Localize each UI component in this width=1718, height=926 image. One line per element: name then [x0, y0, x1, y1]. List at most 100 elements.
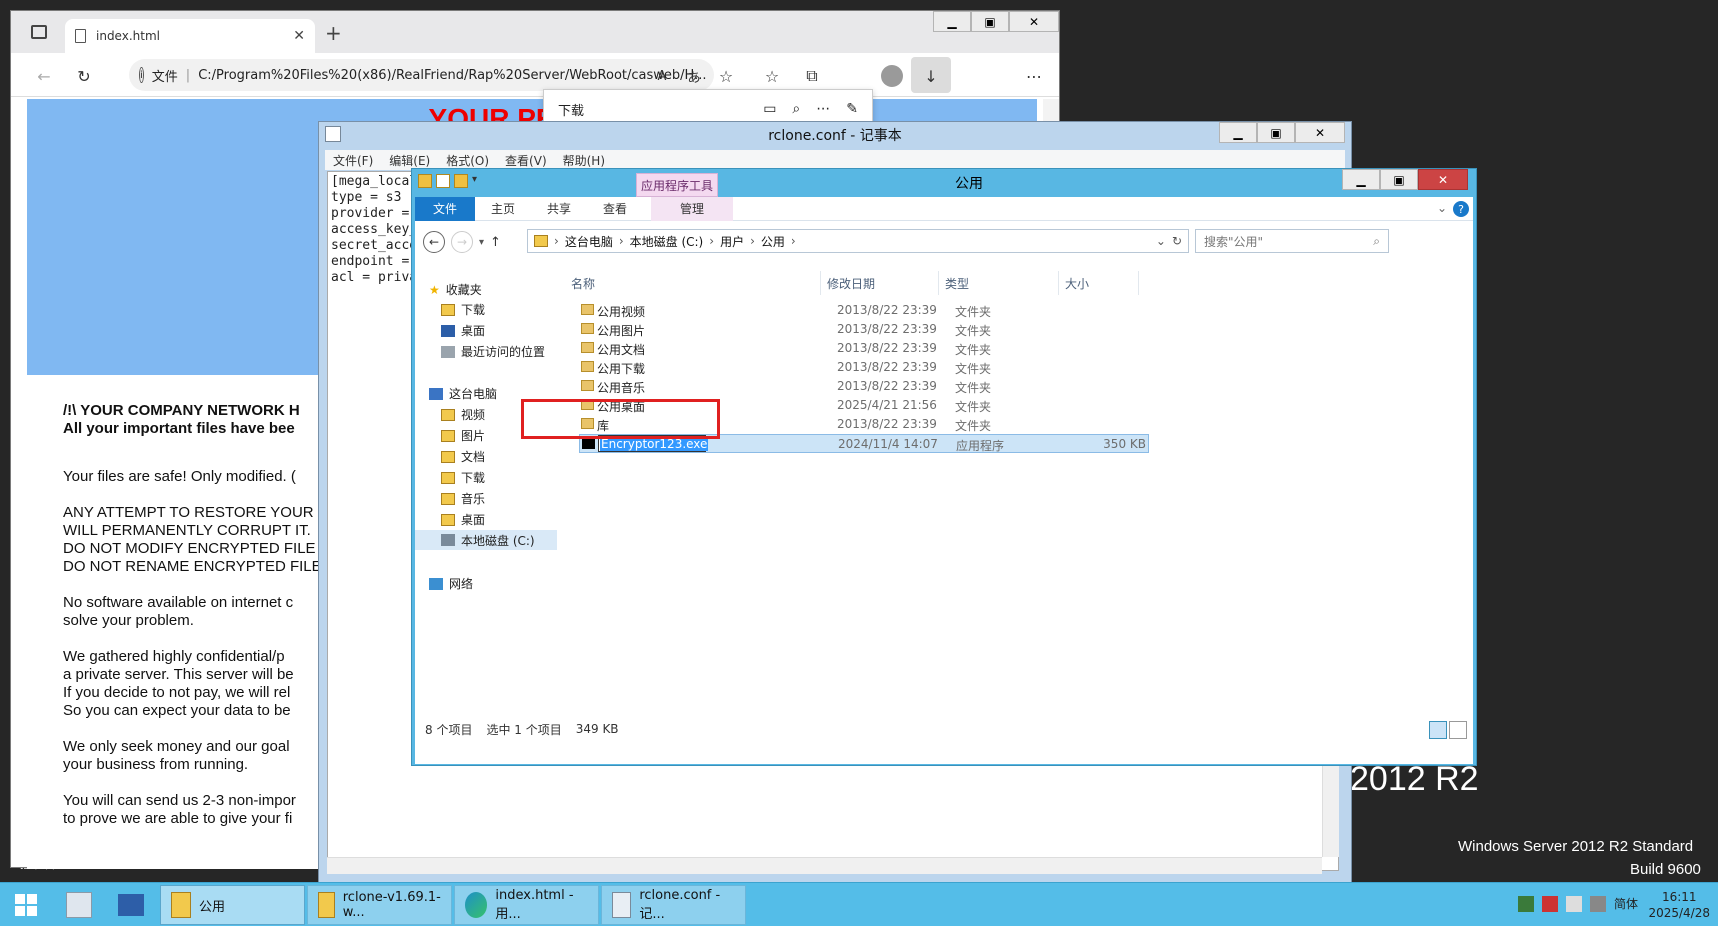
- taskbar-item-notepad[interactable]: rclone.conf - 记...: [601, 885, 746, 925]
- nav-fav-downloads[interactable]: 下载: [441, 301, 485, 318]
- server-manager-button[interactable]: [56, 885, 102, 925]
- breadcrumb-c-drive[interactable]: 本地磁盘 (C:): [630, 233, 704, 250]
- new-tab-icon[interactable]: +: [325, 21, 342, 45]
- nav-this-pc[interactable]: 这台电脑: [429, 385, 497, 402]
- column-name[interactable]: 名称: [565, 271, 821, 295]
- monitor-tray-icon[interactable]: [1565, 895, 1582, 912]
- tab-close-icon[interactable]: ✕: [293, 28, 305, 44]
- info-icon[interactable]: i: [139, 67, 144, 83]
- minimize-button[interactable]: ▁: [933, 11, 971, 32]
- download-icon[interactable]: ↓: [920, 65, 942, 87]
- nav-desktop[interactable]: 桌面: [441, 511, 485, 528]
- properties-icon[interactable]: [436, 174, 450, 188]
- address-bar[interactable]: › 这台电脑 › 本地磁盘 (C:) › 用户 › 公用 › ⌄ ↻: [527, 229, 1189, 253]
- menu-format[interactable]: 格式(O): [446, 152, 489, 169]
- file-row[interactable]: 公用音乐 2013/8/22 23:39 文件夹: [579, 377, 1149, 396]
- large-icons-view-icon[interactable]: [1449, 721, 1467, 739]
- nav-videos[interactable]: 视频: [441, 406, 485, 423]
- breadcrumb-public[interactable]: 公用: [761, 233, 785, 250]
- nav-fav-desktop[interactable]: 桌面: [441, 322, 485, 339]
- tab-view[interactable]: 查看: [587, 197, 643, 221]
- new-folder-icon[interactable]: [454, 174, 468, 188]
- close-button[interactable]: ✕: [1418, 169, 1468, 190]
- more-options-icon[interactable]: ⋯: [1023, 65, 1045, 87]
- security-tray-icon[interactable]: [1541, 895, 1558, 912]
- refresh-icon[interactable]: ↻: [73, 65, 95, 87]
- edge-tab[interactable]: index.html ✕: [65, 19, 315, 53]
- powershell-button[interactable]: [108, 885, 154, 925]
- app-tools-label: 应用程序工具: [636, 173, 718, 197]
- volume-tray-icon[interactable]: [1589, 895, 1606, 912]
- collections-icon[interactable]: ⧉: [801, 65, 823, 87]
- back-icon[interactable]: ←: [423, 231, 445, 253]
- search-input[interactable]: 搜索"公用" ⌕: [1195, 229, 1389, 253]
- profile-avatar[interactable]: [881, 65, 903, 87]
- ime-indicator[interactable]: 简体: [1614, 895, 1638, 912]
- navigation-bar: ← → ▾ ↑ › 这台电脑 › 本地磁盘 (C:) › 用户 › 公用 › ⌄…: [415, 225, 1473, 259]
- tab-actions-icon[interactable]: [31, 25, 47, 39]
- nav-recent[interactable]: 最近访问的位置: [441, 343, 545, 360]
- breadcrumb-this-pc[interactable]: 这台电脑: [565, 233, 613, 250]
- refresh-icon[interactable]: ↻: [1172, 234, 1182, 248]
- minimize-button[interactable]: ▁: [1219, 122, 1257, 143]
- nav-c-drive[interactable]: 本地磁盘 (C:): [415, 530, 557, 550]
- minimize-button[interactable]: ▁: [1342, 169, 1380, 190]
- file-row[interactable]: 公用下载 2013/8/22 23:39 文件夹: [579, 358, 1149, 377]
- taskbar-item-rclone[interactable]: rclone-v1.69.1-w...: [307, 885, 452, 925]
- notepad-window-controls: ▁ ▣ ✕: [1219, 122, 1345, 143]
- nav-documents[interactable]: 文档: [441, 448, 485, 465]
- nav-downloads[interactable]: 下载: [441, 469, 485, 486]
- nav-pictures[interactable]: 图片: [441, 427, 485, 444]
- recent-locations-icon[interactable]: ▾: [479, 237, 484, 248]
- file-row[interactable]: 公用视频 2013/8/22 23:39 文件夹: [579, 301, 1149, 320]
- address-bar[interactable]: i 文件 | C:/Program%20Files%20(x86)/RealFr…: [129, 59, 714, 91]
- maximize-button[interactable]: ▣: [1257, 122, 1295, 143]
- nav-favorites[interactable]: ★ 收藏夹: [429, 281, 482, 298]
- up-icon[interactable]: ↑: [490, 235, 501, 250]
- file-row[interactable]: 公用文档 2013/8/22 23:39 文件夹: [579, 339, 1149, 358]
- menu-edit[interactable]: 编辑(E): [389, 152, 430, 169]
- close-button[interactable]: ✕: [1295, 122, 1345, 143]
- folder-icon: [581, 361, 594, 372]
- tab-file[interactable]: 文件: [415, 196, 476, 221]
- more-icon[interactable]: ⋯: [816, 101, 830, 117]
- tab-share[interactable]: 共享: [531, 197, 587, 221]
- close-button[interactable]: ✕: [1009, 11, 1059, 32]
- details-view-icon[interactable]: [1429, 721, 1447, 739]
- network-tray-icon[interactable]: [1517, 895, 1534, 912]
- back-icon[interactable]: ←: [33, 65, 55, 87]
- read-aloud-icon[interactable]: A: [651, 65, 673, 87]
- forward-icon[interactable]: →: [451, 231, 473, 253]
- file-row[interactable]: 公用图片 2013/8/22 23:39 文件夹: [579, 320, 1149, 339]
- tab-manage[interactable]: 管理: [651, 196, 734, 221]
- menu-file[interactable]: 文件(F): [333, 152, 373, 169]
- address-dropdown-icon[interactable]: ⌄: [1156, 234, 1166, 248]
- search-icon[interactable]: ⌕: [792, 101, 800, 117]
- qat-dropdown-icon[interactable]: ▾: [472, 174, 477, 188]
- menu-help[interactable]: 帮助(H): [563, 152, 605, 169]
- taskbar-item-edge[interactable]: index.html - 用...: [454, 885, 599, 925]
- nav-music[interactable]: 音乐: [441, 490, 485, 507]
- help-icon[interactable]: ?: [1453, 201, 1469, 217]
- taskbar-item-public[interactable]: 公用: [160, 885, 305, 925]
- menu-view[interactable]: 查看(V): [505, 152, 547, 169]
- notepad-icon: [612, 892, 632, 918]
- start-button[interactable]: [4, 885, 48, 925]
- column-size[interactable]: 大小: [1059, 271, 1139, 295]
- column-type[interactable]: 类型: [939, 271, 1059, 295]
- open-folder-icon[interactable]: ▭: [763, 101, 776, 117]
- ransom-heading-1: /!\ YOUR COMPANY NETWORK H: [63, 402, 300, 419]
- breadcrumb-users[interactable]: 用户: [720, 233, 744, 250]
- notepad-horizontal-scrollbar[interactable]: [327, 857, 1322, 874]
- nav-network[interactable]: 网络: [429, 575, 473, 592]
- pin-icon[interactable]: ✎: [846, 101, 858, 117]
- column-date[interactable]: 修改日期: [821, 271, 939, 295]
- translate-icon[interactable]: あ: [683, 65, 705, 87]
- ribbon-toggle-icon[interactable]: ⌄: [1437, 201, 1447, 215]
- maximize-button[interactable]: ▣: [1380, 169, 1418, 190]
- clock[interactable]: 16:11 2025/4/28: [1648, 889, 1710, 921]
- favorites-icon[interactable]: ☆: [761, 65, 783, 87]
- add-favorite-icon[interactable]: ☆: [715, 65, 737, 87]
- maximize-button[interactable]: ▣: [971, 11, 1009, 32]
- tab-home[interactable]: 主页: [475, 197, 531, 221]
